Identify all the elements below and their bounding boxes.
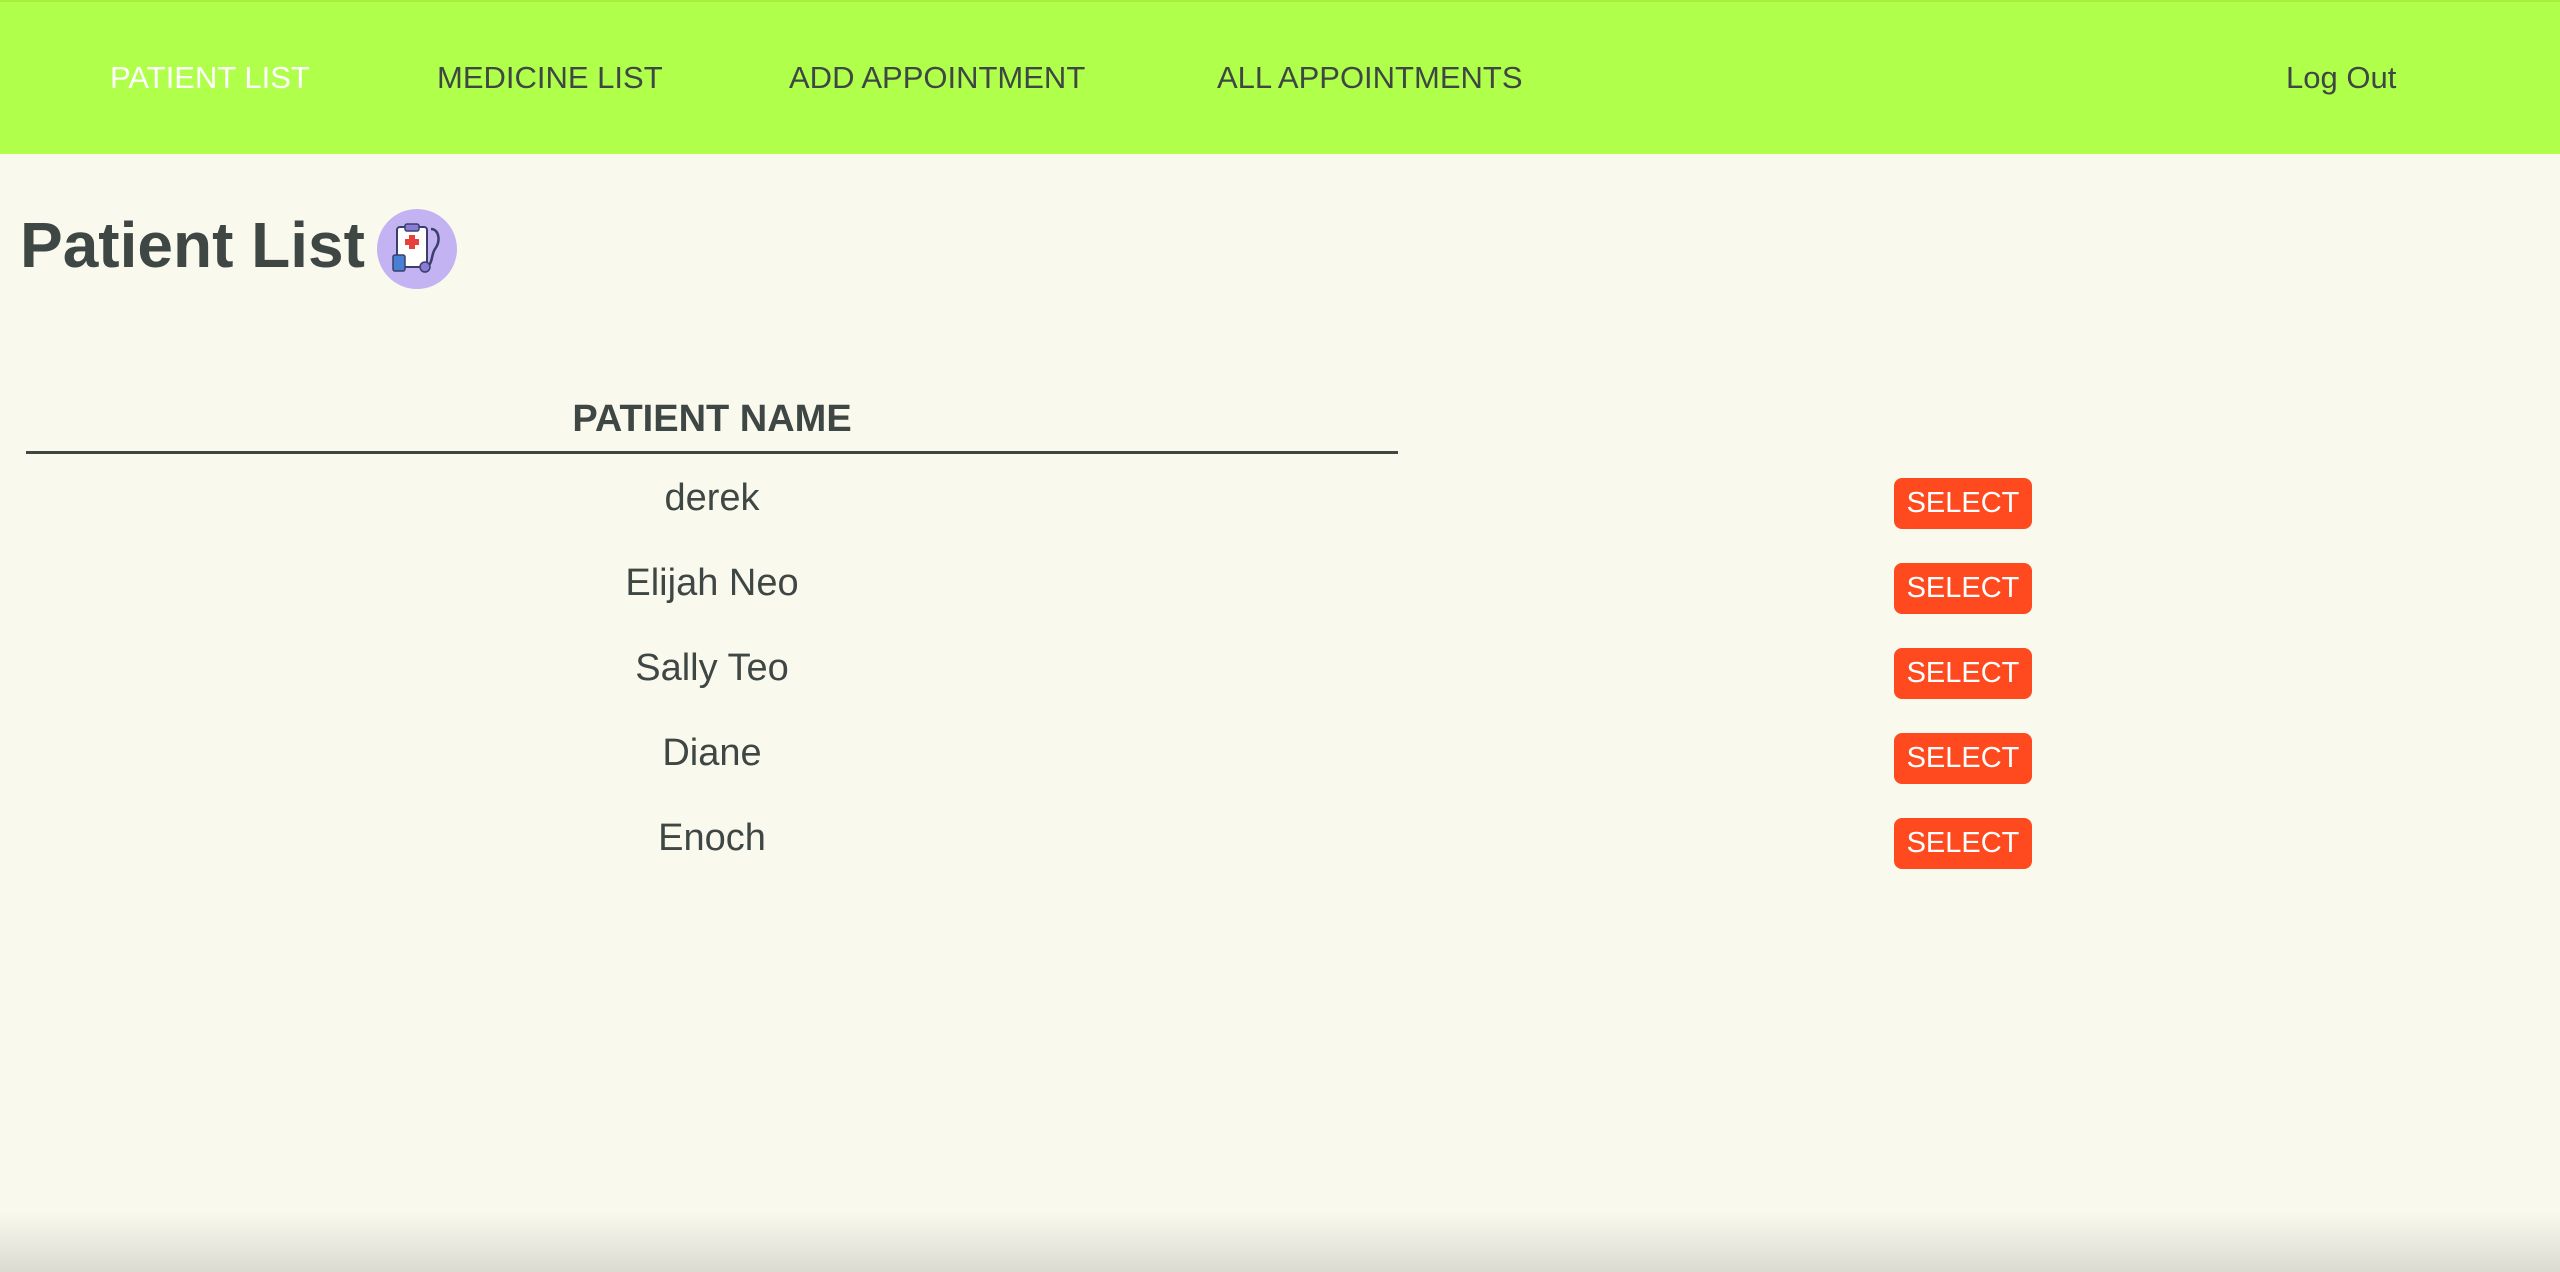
patient-name: derek — [664, 477, 760, 519]
patient-name: Diane — [662, 732, 762, 774]
bottom-shadow — [0, 1210, 2560, 1272]
nav-all-appointments[interactable]: ALL APPOINTMENTS — [1217, 60, 1523, 96]
patient-name: Elijah Neo — [625, 562, 799, 604]
select-button[interactable]: SELECT — [1894, 648, 2032, 699]
logout-link[interactable]: Log Out — [2286, 60, 2396, 96]
table-row: Diane SELECT — [0, 725, 2560, 805]
patient-name: Enoch — [658, 817, 766, 859]
patient-name: Sally Teo — [635, 647, 789, 689]
top-navbar: PATIENT LIST MEDICINE LIST ADD APPOINTME… — [0, 0, 2560, 154]
select-button[interactable]: SELECT — [1894, 478, 2032, 529]
table-row: Sally Teo SELECT — [0, 640, 2560, 720]
select-button[interactable]: SELECT — [1894, 733, 2032, 784]
select-button[interactable]: SELECT — [1894, 818, 2032, 869]
nav-add-appointment[interactable]: ADD APPOINTMENT — [789, 60, 1085, 96]
nav-medicine-list[interactable]: MEDICINE LIST — [437, 60, 663, 96]
select-button[interactable]: SELECT — [1894, 563, 2032, 614]
page-header: Patient List — [20, 200, 457, 290]
medical-clipboard-stethoscope-icon — [376, 209, 457, 289]
patient-name-column-header: PATIENT NAME — [26, 394, 1398, 454]
table-row: Enoch SELECT — [0, 810, 2560, 890]
table-row: derek SELECT — [0, 470, 2560, 550]
table-row: Elijah Neo SELECT — [0, 555, 2560, 635]
nav-patient-list[interactable]: PATIENT LIST — [110, 60, 310, 96]
page-title: Patient List — [20, 209, 365, 281]
